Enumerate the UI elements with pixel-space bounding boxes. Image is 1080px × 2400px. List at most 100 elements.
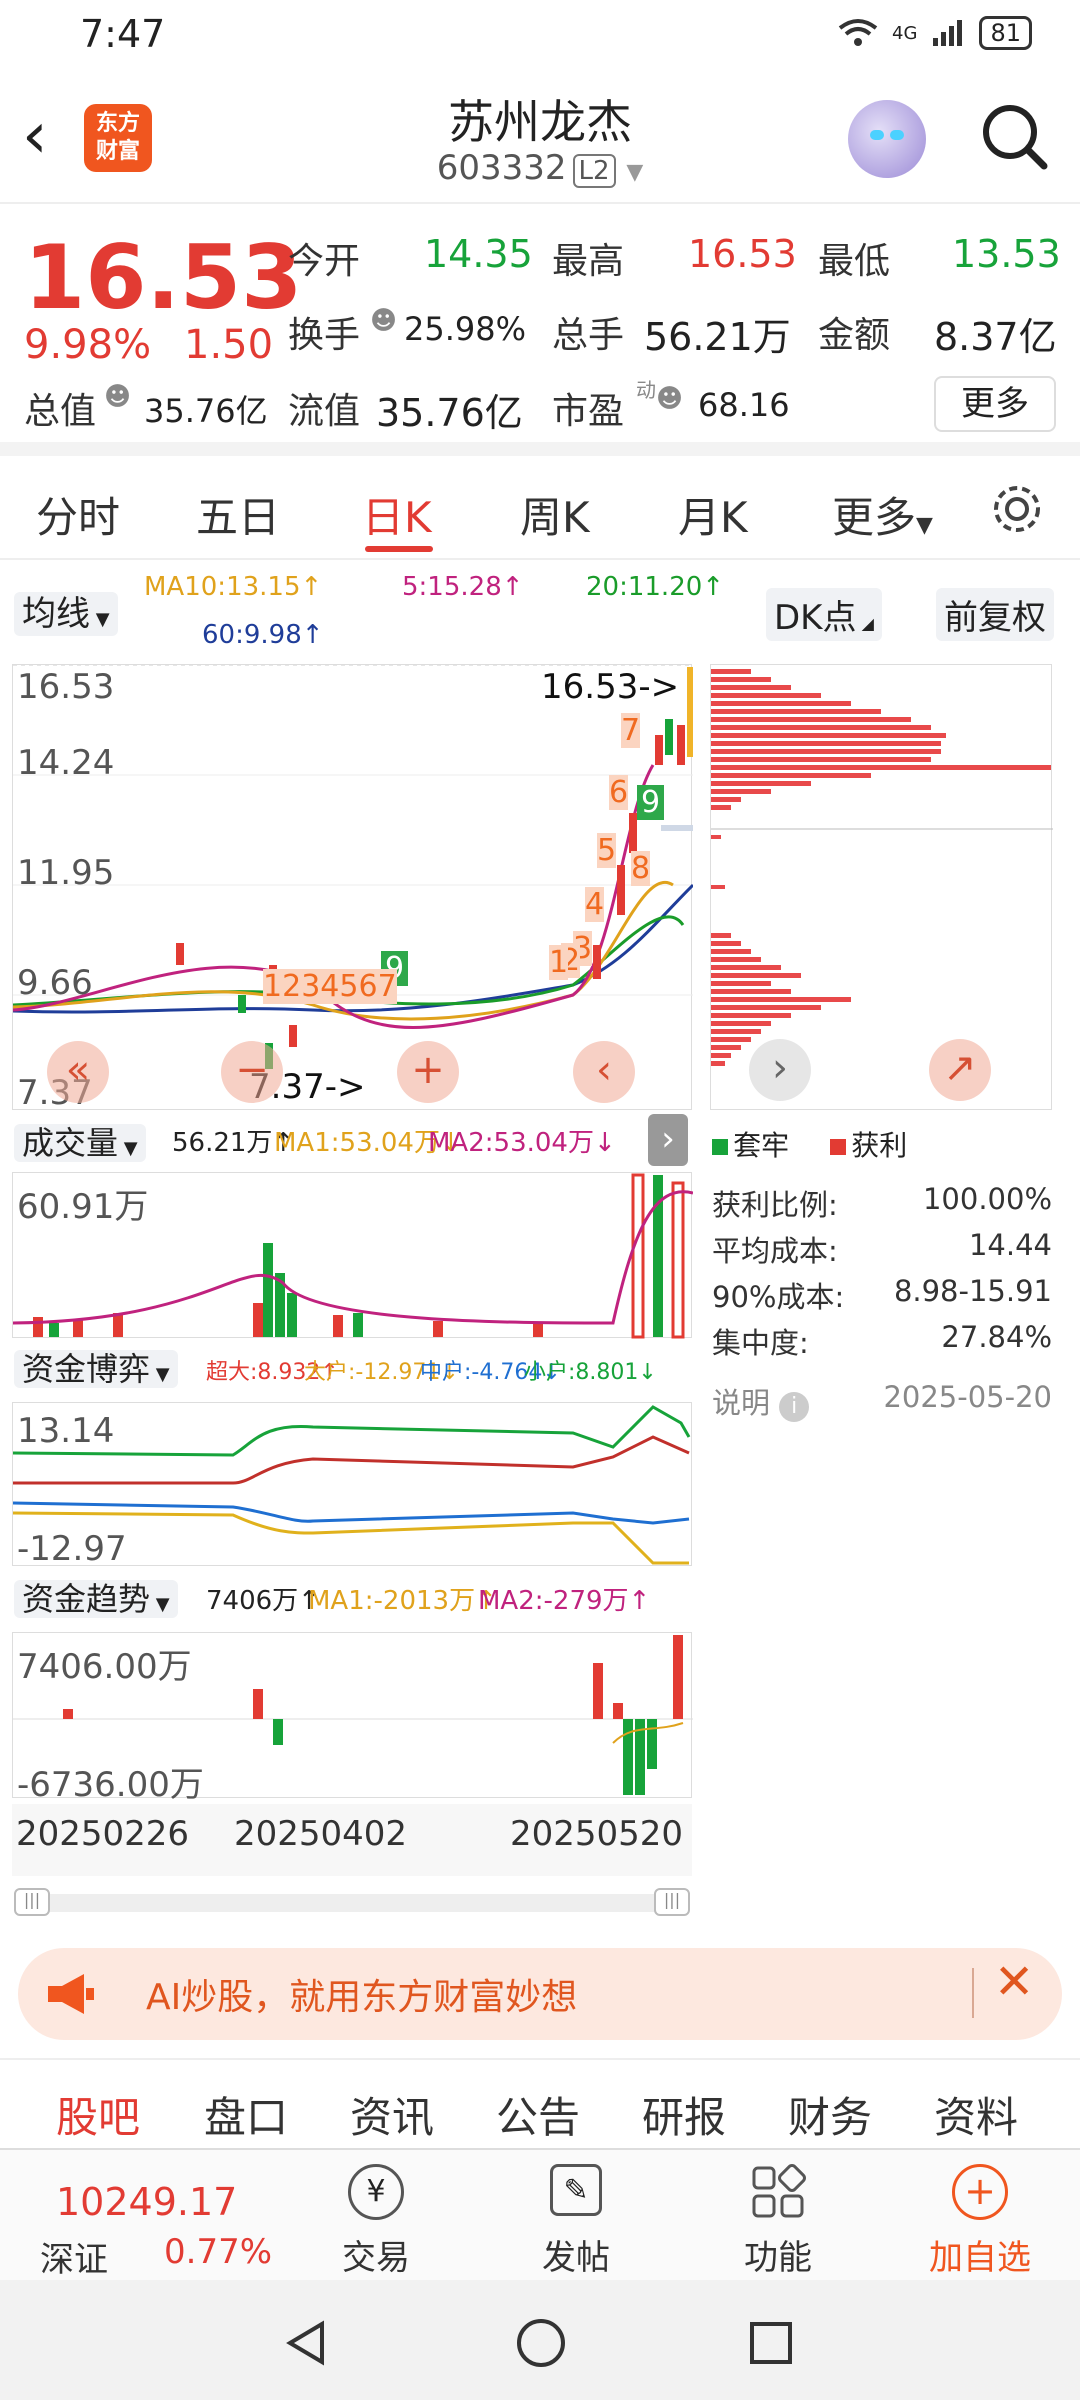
status-icons: 4G 81 [838, 16, 1032, 50]
tab-orderbook[interactable]: 盘口 [204, 2084, 288, 2145]
bottom-action-bar: 10249.17 深证 0.77% ¥ 交易 ✎ 发帖 功能 + 加自选 [0, 2148, 1080, 2280]
dk-label: DK点 [774, 598, 857, 638]
capital-trend-chart[interactable]: 7406.00万 -6736.00万 [12, 1632, 693, 1805]
nav-recents-icon[interactable] [746, 2318, 796, 2368]
banner-divider [972, 1968, 974, 2018]
range-handle-right[interactable]: ||| [654, 1888, 690, 1916]
dk-marker: 8 [631, 851, 651, 886]
ma20-value: 20:11.20↑ [586, 572, 725, 602]
dropdown-triangle-icon: ▼ [150, 1594, 170, 1615]
profit-ratio-value: 100.00% [922, 1182, 1052, 1216]
trade-label: 交易 [342, 2238, 410, 2278]
last-price: 16.53 [24, 226, 303, 329]
capital-trend-select[interactable]: 资金趋势 ▼ [14, 1574, 178, 1620]
capital-trend-ma2: MA2:-279万↑ [478, 1586, 651, 1616]
capital-game-chart[interactable]: 13.14 -12.97 [12, 1402, 692, 1569]
small-value: 小户:8.801↓ [524, 1360, 657, 1385]
nav-back-icon[interactable] [282, 2318, 332, 2368]
zoom-out-icon[interactable]: − [221, 1041, 283, 1103]
date-label-3: 20250520 [510, 1814, 684, 1854]
edit-icon: ✎ [506, 2164, 646, 2216]
post-button[interactable]: ✎ 发帖 [506, 2150, 646, 2282]
low-label: 最低 [818, 241, 891, 282]
more-button[interactable]: 更多 [934, 376, 1056, 432]
tab-profile[interactable]: 资料 [934, 2084, 1018, 2145]
capital-trend-label: 资金趋势 [22, 1580, 151, 1618]
ma-select[interactable]: 均线 ▼ [14, 586, 118, 636]
change-amount: 1.50 [184, 322, 274, 368]
dk-marker: 1 [263, 969, 283, 1004]
tab-five-day[interactable]: 五日 [196, 484, 280, 545]
capital-game-select[interactable]: 资金博弈 ▼ [14, 1344, 178, 1390]
status-time: 7:47 [80, 12, 166, 56]
cost90-row: 90%成本: 8.98-15.91 [712, 1274, 1052, 1316]
dk-marker: 6 [358, 969, 378, 1004]
amount-label: 金额 [818, 315, 891, 356]
ai-robot-avatar[interactable] [848, 100, 926, 178]
tab-intraday[interactable]: 分时 [36, 484, 120, 545]
chip-date: 2025-05-20 [883, 1380, 1052, 1414]
amount-value: 8.37亿 [934, 315, 1057, 359]
volume-chart[interactable]: 60.91万 [12, 1172, 693, 1339]
dk-marker-group: 1234567 [263, 969, 397, 1004]
network-type: 4G [892, 22, 918, 44]
dk-point-button[interactable]: DK点 ◢ [766, 588, 882, 641]
volume-y-max: 60.91万 [17, 1187, 149, 1227]
tab-weekly-k[interactable]: 周K [520, 484, 590, 545]
ai-banner[interactable]: AI炒股，就用东方财富妙想 ✕ [18, 1948, 1062, 2040]
range-handle-left[interactable]: ||| [14, 1888, 50, 1916]
tab-forum[interactable]: 股吧 [56, 2084, 140, 2145]
concentration-label: 集中度: [712, 1326, 809, 1360]
tab-financials[interactable]: 财务 [788, 2084, 872, 2145]
expand-icon[interactable]: ↗ [929, 1039, 991, 1101]
capital-game-label: 资金博弈 [22, 1350, 151, 1388]
active-tab-indicator [365, 546, 433, 552]
tab-monthly-k[interactable]: 月K [678, 484, 748, 545]
dropdown-triangle-icon: ▼ [626, 160, 644, 185]
range-scrollbar[interactable]: ||| ||| [14, 1888, 690, 1916]
info-icon[interactable]: ☻ [370, 306, 397, 336]
high-marker: 16.53-> [541, 667, 680, 707]
tab-news[interactable]: 资讯 [350, 2084, 434, 2145]
info-icon[interactable]: ☻ [104, 382, 131, 412]
scroll-left-fast-icon[interactable]: « [47, 1041, 109, 1103]
tab-more[interactable]: 更多▼ [832, 484, 933, 545]
float-label: 流值 [288, 391, 361, 432]
tab-research[interactable]: 研报 [642, 2084, 726, 2145]
function-button[interactable]: 功能 [708, 2150, 848, 2282]
tab-announcements[interactable]: 公告 [496, 2084, 580, 2145]
tab-daily-k[interactable]: 日K [362, 484, 432, 545]
concentration-row: 集中度: 27.84% [712, 1320, 1052, 1362]
volume-select-label: 成交量 [22, 1124, 119, 1162]
add-watchlist-button[interactable]: + 加自选 [910, 2150, 1050, 2282]
turnover-value: 25.98% [404, 310, 527, 348]
note-row[interactable]: 说明 i 2025-05-20 [712, 1380, 1052, 1422]
adjust-button[interactable]: 前复权 [936, 588, 1054, 641]
gear-icon[interactable] [988, 480, 1046, 538]
volume-select[interactable]: 成交量 ▼ [14, 1118, 146, 1164]
cost90-label: 90%成本: [712, 1280, 845, 1314]
capital-trend-y-max: 7406.00万 [17, 1647, 192, 1687]
expand-panel-arrow-icon[interactable]: › [648, 1114, 688, 1166]
dk-marker: 4 [320, 969, 340, 1004]
zoom-in-icon[interactable]: + [397, 1041, 459, 1103]
profit-swatch [830, 1139, 847, 1155]
search-icon[interactable] [978, 100, 1050, 172]
chevron-right-icon[interactable]: › [749, 1039, 811, 1101]
trade-icon: ¥ [306, 2164, 446, 2220]
chip-legend: 套牢 获利 [712, 1124, 907, 1164]
index-ticker[interactable]: 10249.17 深证 0.77% [0, 2150, 290, 2282]
scroll-left-icon[interactable]: ‹ [573, 1041, 635, 1103]
info-circle-icon: i [779, 1392, 810, 1422]
info-icon[interactable]: ☻ [656, 384, 683, 414]
profit-ratio-label: 获利比例: [712, 1188, 838, 1222]
pe-superscript: 动 [636, 378, 656, 402]
nav-home-icon[interactable] [514, 2316, 568, 2370]
y-label-3: 11.95 [17, 853, 115, 893]
float-value: 35.76亿 [376, 391, 523, 435]
kline-chart[interactable]: 16.53 14.24 11.95 9.66 7.37 16.53-> 7.37… [12, 664, 693, 1113]
high-label: 最高 [552, 241, 625, 282]
close-icon[interactable]: ✕ [994, 1954, 1034, 2010]
chip-distribution-chart[interactable]: › ↗ [710, 664, 1053, 1110]
trade-button[interactable]: ¥ 交易 [306, 2150, 446, 2282]
